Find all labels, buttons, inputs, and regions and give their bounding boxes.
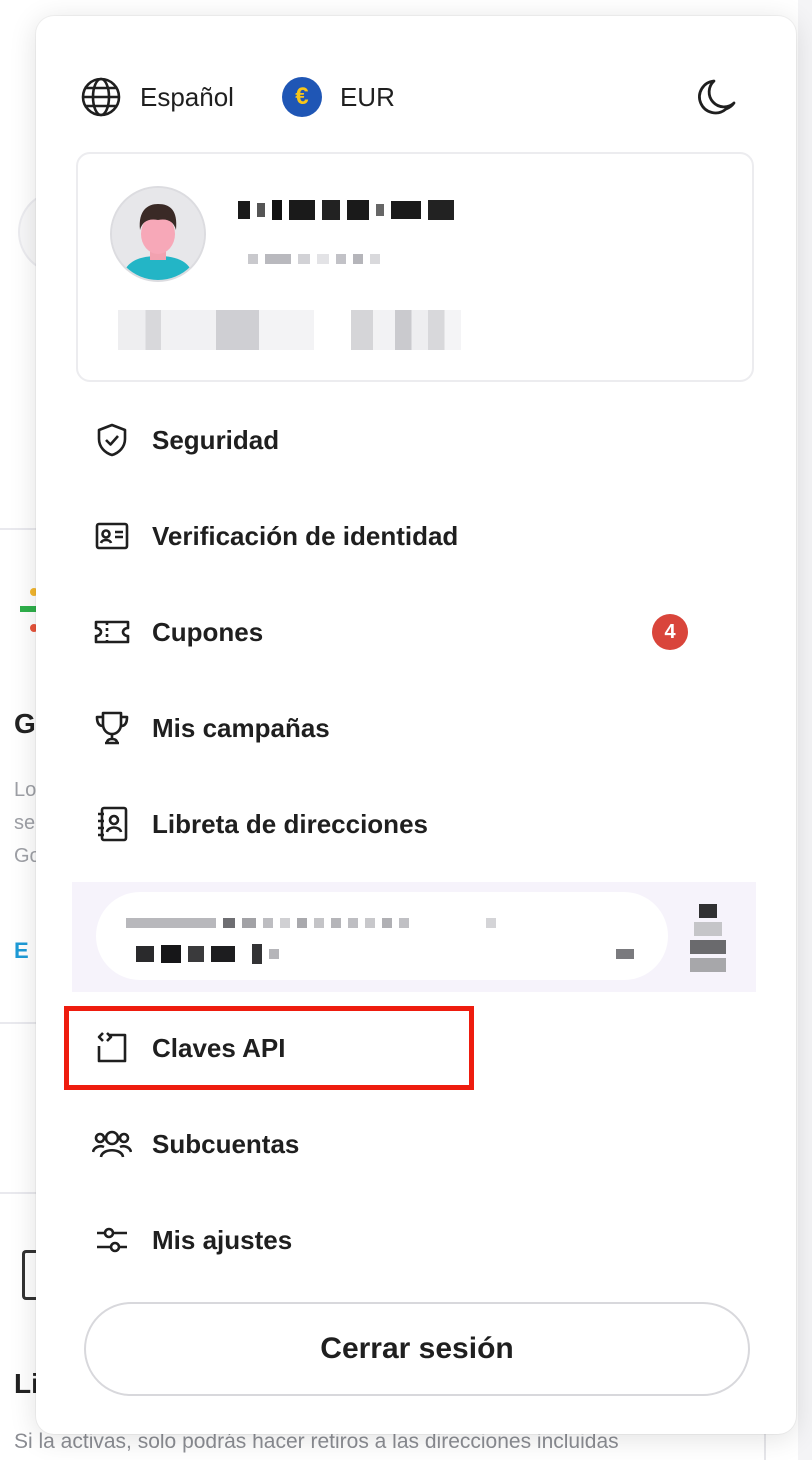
redacted-user-id bbox=[248, 254, 380, 264]
background-heading: G bbox=[14, 708, 36, 739]
menu-label: Mis campañas bbox=[152, 712, 330, 743]
background-divider bbox=[0, 1192, 36, 1194]
menu-label: Mis ajustes bbox=[152, 1224, 293, 1255]
euro-icon[interactable]: € bbox=[281, 77, 322, 117]
menu-item-campaigns[interactable]: Mis campañas bbox=[92, 698, 330, 758]
trophy-icon bbox=[92, 708, 132, 748]
id-card-icon bbox=[92, 516, 132, 556]
ticket-icon bbox=[92, 612, 132, 652]
menu-item-api-keys[interactable]: Claves API bbox=[92, 1018, 285, 1078]
address-book-icon bbox=[92, 804, 132, 844]
shield-check-icon bbox=[92, 420, 132, 460]
sliders-icon bbox=[92, 1220, 132, 1260]
menu-label: Cupones bbox=[152, 616, 264, 647]
menu-label: Libreta de direcciones bbox=[152, 808, 428, 839]
menu-item-coupons[interactable]: Cupones bbox=[92, 602, 263, 662]
menu-label: Verificación de identidad bbox=[152, 520, 459, 551]
promo-banner-content bbox=[96, 892, 668, 980]
menu-label: Subcuentas bbox=[152, 1128, 300, 1159]
menu-label: Seguridad bbox=[152, 424, 280, 455]
background-divider bbox=[0, 1022, 36, 1024]
logout-button[interactable]: Cerrar sesión bbox=[84, 1302, 750, 1396]
menu-label: Claves API bbox=[152, 1032, 286, 1063]
background-link[interactable]: E bbox=[14, 938, 29, 964]
moon-icon[interactable] bbox=[696, 75, 740, 119]
background-text-line: Lo bbox=[14, 779, 37, 801]
language-selector[interactable]: Español bbox=[140, 82, 234, 113]
menu-item-subaccounts[interactable]: Subcuentas bbox=[92, 1114, 299, 1174]
page-scrollbar[interactable] bbox=[798, 0, 812, 1460]
redacted-account-tags bbox=[118, 310, 461, 350]
preferences-row: Español € EUR bbox=[80, 74, 740, 120]
menu-item-identity-verification[interactable]: Verificación de identidad bbox=[92, 506, 458, 566]
users-icon bbox=[92, 1124, 132, 1164]
code-bracket-icon bbox=[92, 1028, 132, 1068]
currency-selector[interactable]: EUR bbox=[340, 82, 395, 113]
menu-item-security[interactable]: Seguridad bbox=[92, 410, 279, 470]
redacted-username bbox=[238, 200, 454, 220]
background-text-line: se bbox=[14, 812, 36, 834]
profile-card[interactable] bbox=[76, 152, 754, 382]
globe-icon[interactable] bbox=[80, 76, 122, 118]
menu-item-address-book[interactable]: Libreta de direcciones bbox=[92, 794, 428, 854]
account-dropdown-menu: Español € EUR Seguridad Verificación de … bbox=[36, 16, 796, 1434]
user-avatar bbox=[110, 186, 206, 282]
background-divider bbox=[0, 528, 36, 530]
promo-banner[interactable] bbox=[72, 882, 756, 992]
menu-item-settings[interactable]: Mis ajustes bbox=[92, 1210, 292, 1270]
coupon-count-badge: 4 bbox=[652, 614, 688, 650]
